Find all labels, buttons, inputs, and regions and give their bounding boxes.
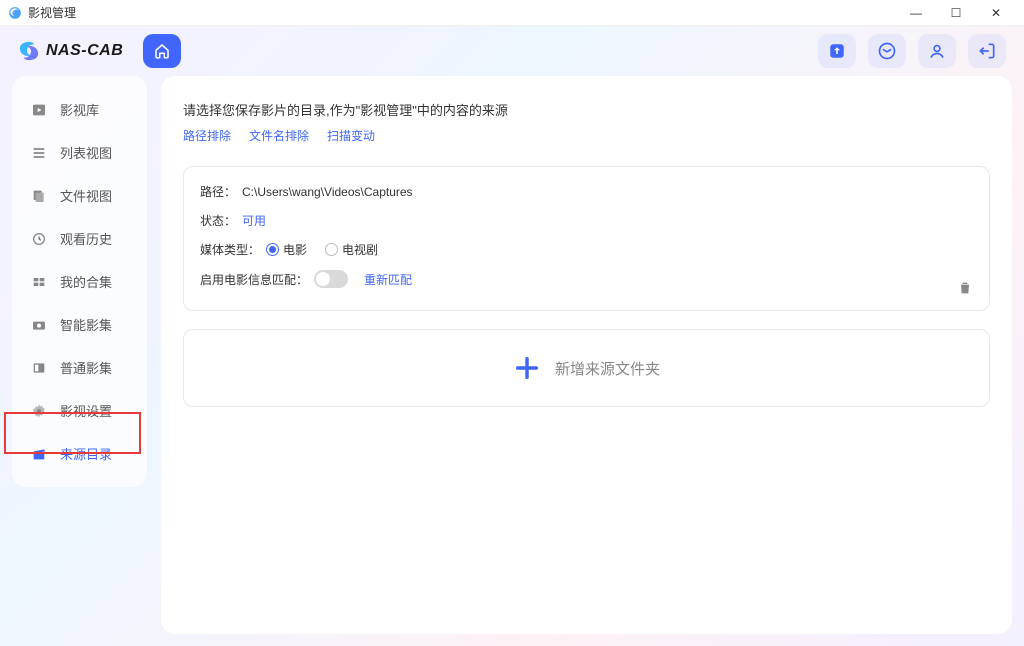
home-button[interactable] bbox=[143, 34, 181, 68]
gear-icon bbox=[30, 402, 48, 420]
sidebar-item-label: 观看历史 bbox=[60, 229, 112, 248]
trash-icon bbox=[957, 280, 973, 296]
mail-icon bbox=[877, 41, 897, 61]
sidebar-item-label: 来源目录 bbox=[60, 444, 112, 463]
app-header: NAS-CAB bbox=[0, 26, 1024, 76]
collection-icon bbox=[30, 273, 48, 291]
sidebar-item-settings[interactable]: 影视设置 bbox=[12, 391, 147, 430]
sidebar-item-library[interactable]: 影视库 bbox=[12, 90, 147, 129]
sidebar: 影视库 列表视图 文件视图 观看历史 我的合集 bbox=[12, 76, 147, 487]
add-source-folder-button[interactable]: 新增来源文件夹 bbox=[183, 329, 990, 407]
logo-icon bbox=[18, 40, 40, 62]
plus-icon bbox=[513, 354, 541, 382]
link-path-exclude[interactable]: 路径排除 bbox=[183, 127, 231, 144]
sidebar-item-label: 普通影集 bbox=[60, 358, 112, 377]
list-icon bbox=[30, 144, 48, 162]
radio-dot-icon bbox=[325, 243, 338, 256]
user-icon bbox=[927, 41, 947, 61]
user-button[interactable] bbox=[918, 34, 956, 68]
sidebar-item-fileview[interactable]: 文件视图 bbox=[12, 176, 147, 215]
play-icon bbox=[30, 101, 48, 119]
radio-label: 电影 bbox=[283, 241, 307, 258]
file-icon bbox=[30, 187, 48, 205]
status-value: 可用 bbox=[242, 212, 266, 229]
home-icon bbox=[153, 42, 171, 60]
radio-dot-icon bbox=[266, 243, 279, 256]
sidebar-item-label: 文件视图 bbox=[60, 186, 112, 205]
window-maximize-button[interactable]: ☐ bbox=[936, 0, 976, 26]
status-label: 状态： bbox=[200, 212, 236, 229]
radio-tv[interactable]: 电视剧 bbox=[325, 241, 378, 258]
sidebar-item-smart-collection[interactable]: 智能影集 bbox=[12, 305, 147, 344]
link-scan-changes[interactable]: 扫描变动 bbox=[327, 127, 375, 144]
logout-button[interactable] bbox=[968, 34, 1006, 68]
sidebar-item-history[interactable]: 观看历史 bbox=[12, 219, 147, 258]
rematch-link[interactable]: 重新匹配 bbox=[364, 271, 412, 288]
clapperboard-icon bbox=[30, 445, 48, 463]
delete-source-button[interactable] bbox=[957, 280, 975, 298]
link-filename-exclude[interactable]: 文件名排除 bbox=[249, 127, 309, 144]
source-folder-card: 路径： C:\Users\wang\Videos\Captures 状态： 可用… bbox=[183, 166, 990, 311]
sidebar-item-label: 影视库 bbox=[60, 100, 99, 119]
sidebar-item-source-dir[interactable]: 来源目录 bbox=[12, 434, 147, 473]
radio-label: 电视剧 bbox=[342, 241, 378, 258]
logout-icon bbox=[977, 41, 997, 61]
brand-logo: NAS-CAB bbox=[18, 40, 123, 62]
match-toggle[interactable] bbox=[314, 270, 348, 288]
instruction-text: 请选择您保存影片的目录,作为"影视管理"中的内容的来源 bbox=[183, 100, 990, 119]
sidebar-item-normal-collection[interactable]: 普通影集 bbox=[12, 348, 147, 387]
main-panel: 请选择您保存影片的目录,作为"影视管理"中的内容的来源 路径排除 文件名排除 扫… bbox=[161, 76, 1012, 634]
window-title: 影视管理 bbox=[28, 4, 76, 21]
sidebar-item-label: 我的合集 bbox=[60, 272, 112, 291]
window-titlebar: 影视管理 ― ☐ ✕ bbox=[0, 0, 1024, 26]
radio-movie[interactable]: 电影 bbox=[266, 241, 307, 258]
app-icon bbox=[8, 6, 22, 20]
media-type-label: 媒体类型： bbox=[200, 241, 260, 258]
window-close-button[interactable]: ✕ bbox=[976, 0, 1016, 26]
sidebar-item-my-collection[interactable]: 我的合集 bbox=[12, 262, 147, 301]
album-icon bbox=[30, 359, 48, 377]
sidebar-item-listview[interactable]: 列表视图 bbox=[12, 133, 147, 172]
upload-button[interactable] bbox=[818, 34, 856, 68]
sidebar-item-label: 列表视图 bbox=[60, 143, 112, 162]
window-minimize-button[interactable]: ― bbox=[896, 0, 936, 26]
clock-icon bbox=[30, 230, 48, 248]
add-source-label: 新增来源文件夹 bbox=[555, 358, 660, 379]
match-label: 启用电影信息匹配： bbox=[200, 271, 308, 288]
brand-text: NAS-CAB bbox=[46, 42, 123, 60]
upload-icon bbox=[828, 42, 846, 60]
path-value: C:\Users\wang\Videos\Captures bbox=[242, 185, 413, 199]
sidebar-item-label: 智能影集 bbox=[60, 315, 112, 334]
path-label: 路径： bbox=[200, 183, 236, 200]
mail-button[interactable] bbox=[868, 34, 906, 68]
camera-icon bbox=[30, 316, 48, 334]
sidebar-item-label: 影视设置 bbox=[60, 401, 112, 420]
